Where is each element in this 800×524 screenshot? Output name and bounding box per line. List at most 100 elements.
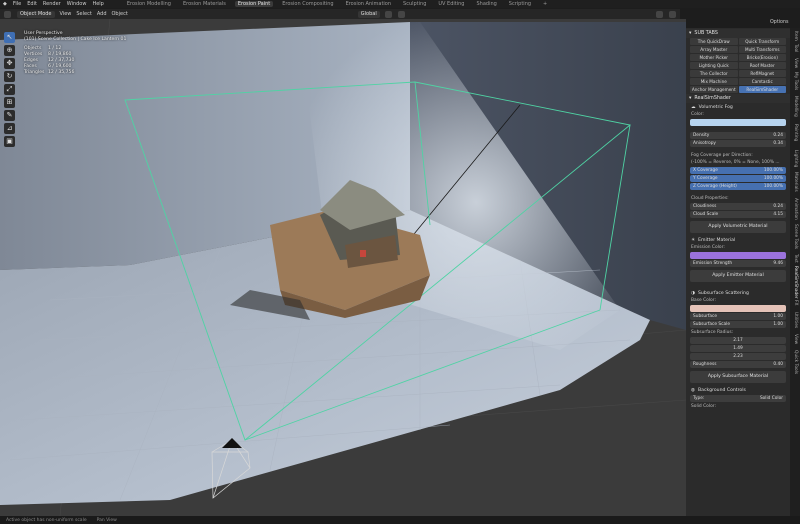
vtab[interactable]: Animation xyxy=(793,198,798,220)
vtab[interactable]: Quick Tools xyxy=(793,350,798,374)
menu-add[interactable]: Add xyxy=(97,11,107,17)
tab-erosion-materials[interactable]: Erosion Materials xyxy=(180,1,229,7)
vtab[interactable]: Utilities xyxy=(793,312,798,328)
subtab-button[interactable]: Array Master xyxy=(690,46,738,53)
orientation-dropdown[interactable]: Global xyxy=(357,10,380,18)
fog-title: Volumetric Fog xyxy=(698,104,733,110)
menu-view[interactable]: View xyxy=(60,11,72,17)
apply-volumetric-button[interactable]: Apply Volumetric Material xyxy=(690,221,786,233)
subtab-button[interactable]: Roof Master xyxy=(738,62,786,69)
vtab[interactable]: Item xyxy=(793,31,798,41)
scale-tool-icon[interactable]: ⤢ xyxy=(4,84,15,95)
menu-select[interactable]: Select xyxy=(76,11,91,17)
density-field[interactable]: Density 0.24 xyxy=(690,132,786,139)
tab-shading[interactable]: Shading xyxy=(473,1,499,7)
subtabs-header[interactable]: ▾ SUB TABS xyxy=(686,29,790,38)
add-workspace-button[interactable]: + xyxy=(540,1,550,7)
add-cube-tool-icon[interactable]: ▣ xyxy=(4,136,15,147)
mode-dropdown[interactable]: Object Mode xyxy=(17,10,55,18)
overlay-icon[interactable] xyxy=(668,10,676,18)
emission-color-swatch[interactable] xyxy=(690,252,786,259)
menu-help[interactable]: Help xyxy=(92,1,103,7)
tab-erosion-paint[interactable]: Erosion Paint xyxy=(234,1,274,7)
menu-file[interactable]: File xyxy=(13,1,21,7)
emission-strength-field[interactable]: Emission Strength 9.46 xyxy=(690,260,786,267)
vtab[interactable]: Scene Tools xyxy=(793,224,798,249)
measure-tool-icon[interactable]: ⊿ xyxy=(4,123,15,134)
transform-tool-icon[interactable]: ⊞ xyxy=(4,97,15,108)
anisotropy-field[interactable]: Anisotropy 0.34 xyxy=(690,140,786,147)
3d-viewport[interactable] xyxy=(0,19,686,516)
snap-icon[interactable] xyxy=(384,10,392,18)
cloud-scale-field[interactable]: Cloud Scale 4.15 xyxy=(690,211,786,218)
subsurface-field[interactable]: Subsurface 1.00 xyxy=(690,313,786,320)
subtab-button[interactable]: Mix Machine xyxy=(690,78,738,85)
cloudiness-field[interactable]: Cloudiness 0.24 xyxy=(690,203,786,210)
vtab[interactable]: View xyxy=(793,334,798,344)
base-color-swatch[interactable] xyxy=(690,305,786,312)
tab-erosion-animation[interactable]: Erosion Animation xyxy=(343,1,394,7)
tab-sculpting[interactable]: Sculpting xyxy=(400,1,429,7)
editor-type-icon[interactable] xyxy=(4,10,11,18)
select-tool-icon[interactable]: ↖ xyxy=(4,32,15,43)
move-tool-icon[interactable]: ✥ xyxy=(4,58,15,69)
blender-logo-icon[interactable]: ◆ xyxy=(3,1,7,7)
tab-erosion-modelling[interactable]: Erosion Modelling xyxy=(124,1,174,7)
vtab[interactable]: Tool xyxy=(793,44,798,52)
roughness-field[interactable]: Roughness 0.40 xyxy=(690,361,786,368)
radius-z-field[interactable]: 2.23 xyxy=(690,353,786,360)
proportional-edit-icon[interactable] xyxy=(397,10,405,18)
background-type-dropdown[interactable]: Type: Solid Color xyxy=(690,395,786,402)
subtab-button[interactable]: Anchor Management xyxy=(690,86,738,93)
field-label: Anisotropy xyxy=(693,141,716,146)
subtab-button[interactable]: Bricks(Erosion) xyxy=(738,54,786,61)
menu-edit[interactable]: Edit xyxy=(27,1,37,7)
shading-mode-icon[interactable] xyxy=(655,10,663,18)
field-label: Y Coverage xyxy=(693,176,718,181)
subsurface-scale-field[interactable]: Subsurface Scale 1.00 xyxy=(690,321,786,328)
vtab[interactable]: Materials xyxy=(793,172,798,192)
apply-emitter-button[interactable]: Apply Emitter Material xyxy=(690,270,786,282)
vtab[interactable]: My Tools xyxy=(793,72,798,90)
x-coverage-slider[interactable]: X Coverage 100.00% xyxy=(690,167,786,174)
vtab[interactable]: FX xyxy=(793,300,798,305)
z-coverage-slider[interactable]: Z Coverage (Height) 100.00% xyxy=(690,183,786,190)
apply-subsurface-button[interactable]: Apply Subsurface Material xyxy=(690,371,786,383)
tab-erosion-compositing[interactable]: Erosion Compositing xyxy=(279,1,336,7)
y-coverage-slider[interactable]: Y Coverage 100.00% xyxy=(690,175,786,182)
fog-color-swatch[interactable] xyxy=(690,119,786,126)
field-label: Density xyxy=(693,133,710,138)
vtab[interactable]: Painting xyxy=(793,124,798,141)
field-label: Roughness xyxy=(693,362,717,367)
realsimshader-header[interactable]: ▾ RealSimShader xyxy=(686,94,790,103)
vtab[interactable]: Modelling xyxy=(793,96,798,117)
menu-render[interactable]: Render xyxy=(43,1,61,7)
annotate-tool-icon[interactable]: ✎ xyxy=(4,110,15,121)
cursor-tool-icon[interactable]: ⊕ xyxy=(4,45,15,56)
subtab-button[interactable]: Mother Picker xyxy=(690,54,738,61)
subtab-button-selected[interactable]: RealSimShader xyxy=(738,86,786,93)
menu-window[interactable]: Window xyxy=(67,1,87,7)
field-label: Cloud Scale xyxy=(693,212,719,217)
radius-y-field[interactable]: 1.49 xyxy=(690,345,786,352)
options-button[interactable]: Options xyxy=(770,20,789,25)
subtab-button[interactable]: Lighting Quick xyxy=(690,62,738,69)
vtab[interactable]: Text xyxy=(793,254,798,263)
radius-x-field[interactable]: 2.17 xyxy=(690,337,786,344)
vtab[interactable]: View xyxy=(793,58,798,68)
tab-uv-editing[interactable]: UV Editing xyxy=(435,1,467,7)
subtab-button[interactable]: ReflMagnet xyxy=(738,70,786,77)
menu-object[interactable]: Object xyxy=(112,11,128,17)
tab-scripting[interactable]: Scripting xyxy=(506,1,534,7)
subtab-button[interactable]: Quick Transform xyxy=(738,38,786,45)
subtab-button[interactable]: Camtastic xyxy=(738,78,786,85)
subtab-button[interactable]: The Collector xyxy=(690,70,738,77)
subtab-button[interactable]: The QuickDraw xyxy=(690,38,738,45)
subtab-button[interactable]: Multi Transforms xyxy=(738,46,786,53)
vtab[interactable]: Lighting xyxy=(793,150,798,167)
status-message: Active object has non-uniform scale xyxy=(6,517,87,523)
base-color-label: Base Color: xyxy=(691,298,716,303)
vtab-active[interactable]: RealSimShader xyxy=(793,266,798,299)
rotate-tool-icon[interactable]: ↻ xyxy=(4,71,15,82)
subsurface-radius-label: Subsurface Radius: xyxy=(691,330,734,335)
